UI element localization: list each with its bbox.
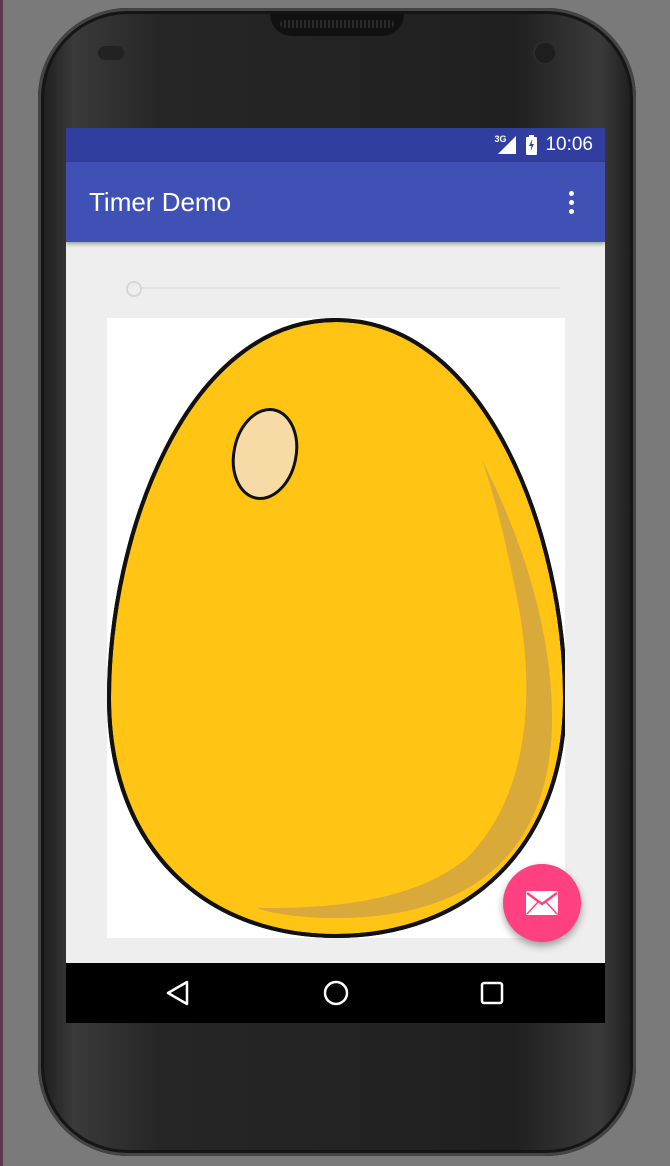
phone-frame: 3G 10:06 Timer Demo [38,8,636,1156]
recents-icon[interactable] [472,973,512,1013]
timer-seekbar[interactable] [116,278,560,298]
back-icon[interactable] [158,973,198,1013]
signal-icon: 3G [494,134,518,156]
egg-image[interactable] [106,317,568,939]
mail-fab-button[interactable] [503,864,581,942]
seekbar-track [126,287,560,289]
golden-egg-image [106,317,568,939]
earpiece-speaker [270,14,404,36]
battery-icon [526,135,538,155]
status-bar: 3G 10:06 [66,128,605,162]
more-vert-icon[interactable] [551,182,591,222]
network-type: 3G [494,134,507,144]
seekbar-thumb[interactable] [126,281,142,297]
navigation-bar [66,963,605,1023]
mail-icon [526,891,558,915]
frame-edge [0,0,3,1166]
proximity-sensor [98,46,124,60]
front-camera [535,43,555,63]
status-time: 10:06 [545,134,593,155]
app-bar: Timer Demo [66,162,605,242]
screen: 3G 10:06 Timer Demo [66,128,605,1023]
home-icon[interactable] [316,973,356,1013]
app-title: Timer Demo [89,187,232,217]
